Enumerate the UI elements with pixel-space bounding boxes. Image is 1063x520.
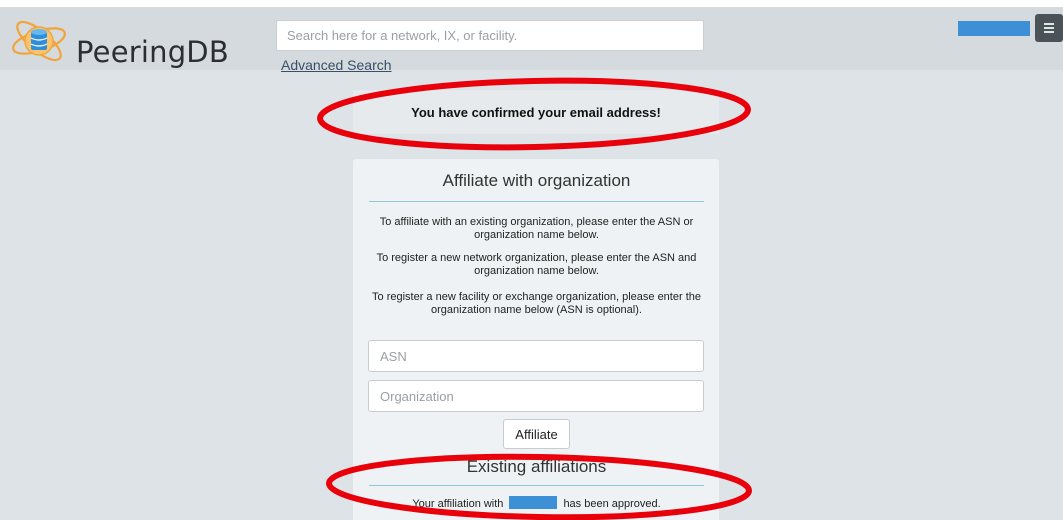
logo-text: PeeringDB <box>76 35 229 69</box>
help-text-existing: To affiliate with an existing organizati… <box>379 216 694 241</box>
advanced-search-link[interactable]: Advanced Search <box>281 57 392 73</box>
help-text-network: To register a new network organization, … <box>376 252 697 277</box>
organization-input[interactable] <box>368 380 704 412</box>
affiliate-panel: Affiliate with organization To affiliate… <box>353 159 719 520</box>
affiliate-button[interactable]: Affiliate <box>503 419 570 449</box>
email-confirmed-notice: You have confirmed your email address! <box>353 90 719 134</box>
notice-text: You have confirmed your email address! <box>411 104 661 120</box>
help-text-facility: To register a new facility or exchange o… <box>372 291 701 316</box>
asn-input[interactable] <box>368 340 704 372</box>
top-navbar: PeeringDB Advanced Search <box>0 0 1063 73</box>
peeringdb-logo[interactable]: PeeringDB <box>8 15 238 69</box>
database-globe-icon <box>12 20 66 62</box>
affiliation-prefix: Your affiliation with <box>412 498 504 510</box>
redacted-organization <box>509 496 558 509</box>
search-input[interactable] <box>276 20 704 51</box>
menu-button[interactable] <box>1035 14 1063 42</box>
panel-title: Affiliate with organization <box>369 171 704 202</box>
user-menu-redacted[interactable] <box>958 21 1030 36</box>
affiliation-status: Your affiliation with has been approved. <box>369 496 704 510</box>
affiliation-suffix: has been approved. <box>563 498 661 510</box>
hamburger-icon <box>1044 23 1054 33</box>
existing-affiliations-title: Existing affiliations <box>369 457 704 486</box>
